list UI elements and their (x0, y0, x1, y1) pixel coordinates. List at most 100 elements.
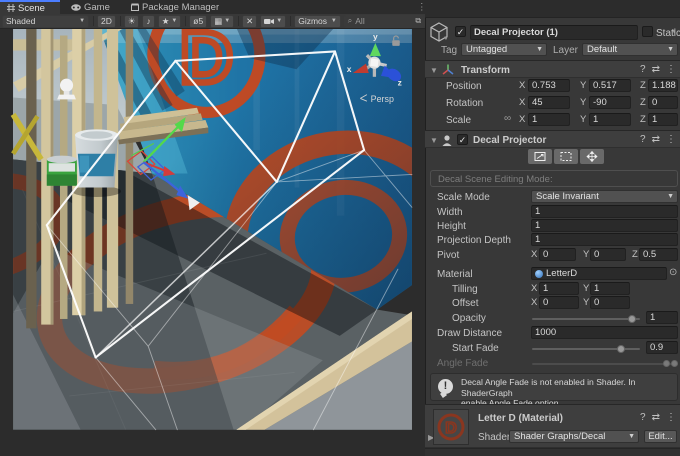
opacity-slider-track[interactable] (532, 318, 640, 320)
tiling-label: Tilling (452, 283, 478, 296)
scene-tab-menu[interactable]: ⋮ (410, 0, 425, 14)
transform-foldout[interactable]: ▼ (430, 66, 438, 75)
draw-distance-label: Draw Distance (437, 327, 502, 340)
axis-z-label: Z (640, 80, 646, 91)
tag-dropdown[interactable]: Untagged▼ (461, 43, 547, 56)
scale-mode-label: Scale Mode (437, 191, 490, 204)
static-checkbox[interactable] (642, 26, 653, 37)
effects-icon: ★ (162, 16, 170, 26)
decal-menu-icon[interactable]: ⋮ (666, 134, 676, 145)
start-fade-value-field[interactable]: 0.9 (646, 341, 678, 354)
opacity-value-field[interactable]: 1 (646, 311, 678, 324)
tiling-y-field[interactable]: 1 (590, 282, 630, 295)
scene-tabbar: Scene Game Package Manager ⋮ (0, 0, 425, 15)
search-icon: ⌕ (348, 16, 352, 26)
scene-toolbar: Shaded▼ 2D ☀ ♪ ★▼ ø5 ▦▼ ✕ ▼ Gizmos▼ ⌕ (0, 14, 425, 29)
decal-projector-header[interactable]: ▼ ✓ Decal Projector ? ⇄ ⋮ (425, 130, 680, 148)
decal-projector-icon (441, 134, 453, 146)
tab-scene[interactable]: Scene (0, 0, 60, 14)
axis-y-label: Y (580, 80, 586, 91)
gameobject-name-field[interactable]: Decal Projector (1) (470, 25, 638, 40)
tab-game[interactable]: Game (64, 0, 120, 14)
draw-mode-dropdown[interactable]: Shaded▼ (2, 15, 89, 28)
audio-toggle[interactable]: ♪ (142, 15, 154, 28)
transform-presets-icon[interactable]: ⇄ (652, 64, 660, 75)
material-help-icon[interactable]: ? (640, 412, 646, 423)
offset-y-field[interactable]: 0 (590, 296, 630, 309)
decal-foldout[interactable]: ▼ (430, 136, 438, 145)
inspector-tabbar: ⓘ Inspector Lighting ⋮ (425, 0, 680, 18)
projection-depth-field[interactable]: 1 (531, 233, 678, 246)
tiling-x-field[interactable]: 1 (539, 282, 579, 295)
decal-editing-mode-frame: Decal Scene Editing Mode: (430, 170, 678, 187)
transform-menu-icon[interactable]: ⋮ (666, 64, 676, 75)
tools-icon: ✕ (246, 16, 253, 26)
gamepad-icon (71, 4, 81, 11)
hidden-objects-button[interactable]: ø5 (189, 15, 207, 28)
angle-fade-slider-track (532, 363, 678, 365)
gizmos-dropdown[interactable]: Gizmos▼ (294, 15, 341, 28)
material-object-field[interactable]: LetterD (531, 267, 667, 280)
grid-icon: ▦ (214, 16, 222, 26)
position-z-field[interactable]: 1.188 (648, 79, 678, 92)
scene-search-input[interactable]: ⌕ All ⧉ (344, 15, 425, 28)
angle-fade-label: Angle Fade (437, 357, 488, 370)
scale-mode-dropdown[interactable]: Scale Invariant▼ (531, 190, 678, 203)
rotation-label: Rotation (446, 97, 483, 110)
decal-presets-icon[interactable]: ⇄ (652, 134, 660, 145)
transform-title: Transform (461, 64, 510, 77)
warning-bubble-icon: ! (438, 379, 453, 394)
scene-viewport[interactable]: D (0, 28, 425, 456)
persp-label[interactable]: Persp (371, 94, 394, 104)
shader-dropdown[interactable]: Shader Graphs/Decal▼ (509, 430, 639, 443)
opacity-slider-handle[interactable] (628, 315, 636, 323)
shader-edit-button[interactable]: Edit... (644, 430, 677, 443)
rotation-z-field[interactable]: 0 (648, 96, 678, 109)
edit-crop-mode-button[interactable] (554, 149, 578, 164)
pivot-z-field[interactable]: 0.5 (639, 248, 678, 261)
scale-y-field[interactable]: 1 (589, 113, 631, 126)
start-fade-label: Start Fade (452, 342, 499, 355)
camera-dropdown[interactable]: ▼ (260, 15, 286, 28)
decal-help-icon[interactable]: ? (640, 134, 646, 145)
transform-header[interactable]: ▼ Transform ? ⇄ ⋮ (425, 60, 680, 78)
object-picker-icon[interactable]: ⊙ (669, 267, 677, 278)
edit-pivot-mode-button[interactable] (580, 149, 604, 164)
scale-x-field[interactable]: 1 (528, 113, 570, 126)
position-y-field[interactable]: 0.517 (589, 79, 631, 92)
2d-toggle[interactable]: 2D (97, 15, 116, 28)
tab-package-manager[interactable]: Package Manager (124, 0, 242, 14)
static-caret[interactable]: ▼ (671, 29, 677, 35)
layer-dropdown[interactable]: Default▼ (582, 43, 678, 56)
scale-link-icon[interactable]: ∞ (504, 113, 511, 124)
decal-enabled-checkbox[interactable]: ✓ (457, 134, 468, 145)
grid-dropdown[interactable]: ▦▼ (210, 15, 234, 28)
rotation-x-field[interactable]: 45 (528, 96, 570, 109)
rotation-y-field[interactable]: -90 (589, 96, 631, 109)
start-fade-slider-handle[interactable] (617, 345, 625, 353)
height-field[interactable]: 1 (531, 219, 678, 232)
gameobject-icon-caret[interactable]: ▼ (443, 36, 449, 42)
offset-x-field[interactable]: 0 (539, 296, 579, 309)
material-thumbnail[interactable]: D (433, 409, 469, 445)
material-header[interactable]: ▶ D Letter D (Material) ? ⇄ ⋮ Shader Sha… (425, 404, 680, 448)
position-x-field[interactable]: 0.753 (528, 79, 570, 92)
lighting-toggle[interactable]: ☀ (124, 15, 140, 28)
package-icon (131, 3, 139, 11)
scale-z-field[interactable]: 1 (648, 113, 678, 126)
edit-scale-mode-button[interactable] (528, 149, 552, 164)
pivot-x-field[interactable]: 0 (539, 248, 576, 261)
transform-help-icon[interactable]: ? (640, 64, 646, 75)
gameobject-active-checkbox[interactable]: ✓ (455, 26, 466, 37)
pivot-y-field[interactable]: 0 (590, 248, 626, 261)
material-menu-icon[interactable]: ⋮ (666, 412, 676, 423)
component-tools-button[interactable]: ✕ (242, 15, 257, 28)
draw-distance-field[interactable]: 1000 (531, 326, 678, 339)
search-window-icon: ⧉ (415, 16, 421, 26)
decal-title: Decal Projector (473, 134, 546, 147)
effects-dropdown[interactable]: ★▼ (158, 15, 182, 28)
material-presets-icon[interactable]: ⇄ (652, 412, 660, 423)
shader-label: Shader (478, 431, 510, 444)
axis-label-z: z (398, 77, 402, 87)
width-field[interactable]: 1 (531, 205, 678, 218)
